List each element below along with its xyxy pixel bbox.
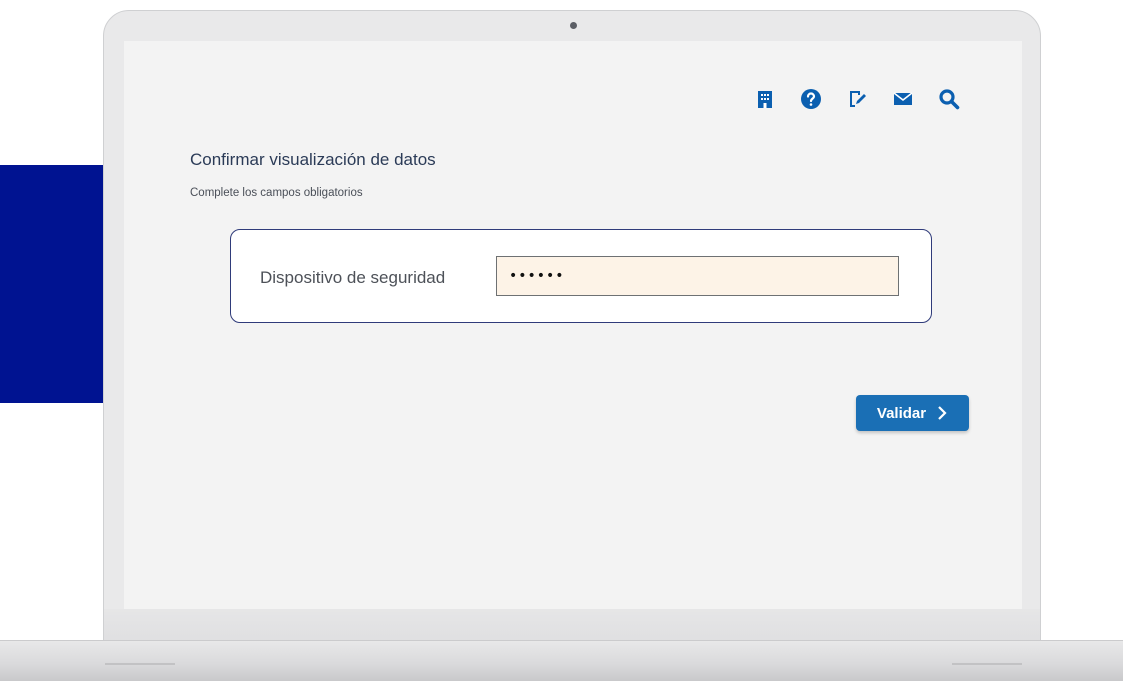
help-icon[interactable]: [800, 88, 822, 110]
validate-button[interactable]: Validar: [856, 395, 969, 431]
chevron-right-icon: [938, 406, 947, 420]
top-toolbar: [754, 88, 960, 110]
mail-icon[interactable]: [892, 88, 914, 110]
security-device-label: Dispositivo de seguridad: [260, 268, 446, 287]
security-device-input[interactable]: [496, 256, 899, 296]
building-icon[interactable]: [754, 88, 776, 110]
page-title: Confirmar visualización de datos: [190, 150, 436, 169]
security-form-card: Dispositivo de seguridad: [230, 229, 932, 323]
page-subtitle: Complete los campos obligatorios: [190, 187, 363, 199]
search-icon[interactable]: [938, 88, 960, 110]
webcam: [570, 22, 577, 29]
app-screen: Confirmar visualización de datos Complet…: [124, 41, 1022, 611]
validate-button-label: Validar: [876, 404, 927, 422]
laptop-frame: Confirmar visualización de datos Complet…: [103, 10, 1041, 648]
laptop-base: [0, 640, 1123, 681]
edit-document-icon[interactable]: [846, 88, 868, 110]
